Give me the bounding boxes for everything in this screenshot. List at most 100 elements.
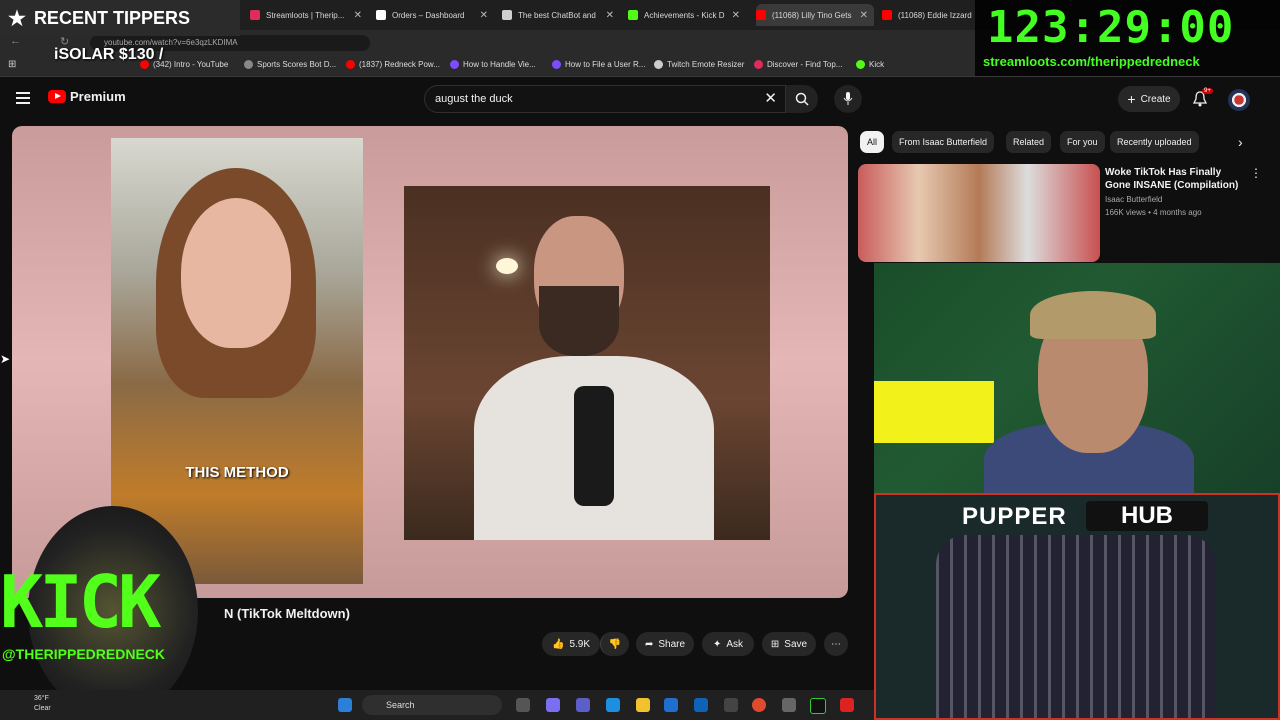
file-explorer-icon[interactable] [636,698,650,712]
ask-button[interactable]: ✦ Ask [702,632,754,656]
lamp-shape [496,258,518,274]
kebab-menu-icon[interactable]: ⋮ [1250,166,1262,180]
bookmark-favicon-icon [346,60,355,69]
weather-temp: 36°F [34,695,49,702]
ask-label: Ask [726,638,744,650]
related-video-meta: 166K views • 4 months ago [1105,208,1202,217]
bookmark-favicon-icon [244,60,253,69]
app-icon[interactable] [782,698,796,712]
clear-search-icon[interactable]: ✕ [764,86,777,112]
recent-tippers-overlay: ★ RECENT TIPPERS [0,0,240,36]
outlook-icon[interactable] [694,698,708,712]
avatar[interactable] [1228,89,1250,111]
copilot-icon[interactable] [546,698,560,712]
browser-tab[interactable]: The best ChatBot and ✕ [502,4,620,26]
browser-tab[interactable]: Streamloots | Therip... ✕ [250,4,368,26]
edge-icon[interactable] [606,698,620,712]
notification-badge: 9+ [1202,88,1213,94]
back-icon[interactable]: ← [10,35,21,47]
chevron-right-icon[interactable]: › [1238,134,1243,150]
browser-tab[interactable]: (11068) Eddie Izzard [882,4,974,26]
subathon-timer-overlay: 123:29:00 streamloots.com/therippedredne… [975,0,1280,76]
save-icon: ⊞ [770,638,780,650]
podcast-mic-shape [574,386,614,506]
share-label: Share [658,638,686,650]
create-button[interactable]: + Create [1118,86,1180,112]
bookmark-item[interactable]: How to Handle Vie... [450,60,536,69]
chip-related[interactable]: Related [1006,131,1052,153]
kick-logo-text: KICK [0,560,161,644]
close-tab-icon[interactable]: ✕ [480,10,488,21]
tab-label: (11068) Lilly Tino Gets [772,10,852,20]
bookmark-favicon-icon [856,60,865,69]
browser-tab[interactable]: Orders – Dashboard ✕ [376,4,494,26]
close-tab-icon[interactable]: ✕ [354,10,362,21]
kick-overlay: KICK @THERIPPEDREDNECK [0,506,222,716]
obs-icon[interactable] [724,698,738,712]
bookmark-item[interactable]: How to File a User R... [552,60,645,69]
tab-label: Achievements - Kick D [644,10,725,20]
video-right-clip [404,186,770,540]
bookmark-item[interactable]: Sports Scores Bot D... [244,60,336,69]
save-label: Save [784,638,808,650]
taskbar-search-label: Search [386,700,415,710]
more-actions-button[interactable]: ⋯ [824,632,848,656]
save-button[interactable]: ⊞ Save [762,632,816,656]
youtube-logo[interactable]: Premium [48,89,126,104]
beard-shape [539,286,619,356]
bookmark-item[interactable]: Kick [856,60,884,69]
chip-recently-uploaded[interactable]: Recently uploaded [1110,131,1199,153]
bookmark-favicon-icon [450,60,459,69]
browser-tab-active[interactable]: (11068) Lilly Tino Gets ✕ [756,4,874,26]
close-tab-icon[interactable]: ✕ [860,10,868,21]
search-input[interactable]: august the duck ✕ [424,85,786,113]
solar-alert-overlay: iSOLAR $130 / [54,46,164,63]
bookmark-item[interactable]: Twitch Emote Resizer [654,60,744,69]
bookmark-item[interactable]: Discover - Find Top... [754,60,842,69]
app-icon[interactable] [840,698,854,712]
related-video-title[interactable]: Woke TikTok Has Finally Gone INSANE (Com… [1105,166,1245,192]
share-button[interactable]: ➦ Share [636,632,694,656]
bookmark-item[interactable]: (1837) Redneck Pow... [346,60,440,69]
app-icon[interactable] [810,698,826,714]
search-button[interactable] [786,85,818,113]
tab-label: (11068) Eddie Izzard [898,10,972,20]
microphone-icon [843,92,853,105]
close-tab-icon[interactable]: ✕ [732,10,740,21]
menu-icon[interactable] [16,92,30,104]
star-icon: ★ [8,7,26,30]
tab-favicon-icon [756,10,766,20]
store-icon[interactable] [664,698,678,712]
voice-search-button[interactable] [834,85,862,113]
bookmark-label: (342) Intro - YouTube [153,60,229,69]
dislike-button[interactable]: 👎 [600,632,629,656]
taskbar-search[interactable]: Search [362,695,502,715]
task-view-icon[interactable] [516,698,530,712]
related-video-thumbnail[interactable] [858,164,1100,262]
recent-tippers-label: RECENT TIPPERS [33,7,190,28]
pupper-title: PUPPER [962,503,1067,530]
tab-favicon-icon [250,10,260,20]
windows-start-icon[interactable] [338,698,352,712]
timer-value: 123:29:00 [987,2,1235,53]
bookmark-label: Kick [869,60,885,69]
teams-icon[interactable] [576,698,590,712]
tab-favicon-icon [376,10,386,20]
search-icon [795,92,809,106]
bookmark-label: Twitch Emote Resizer [667,60,745,69]
like-button[interactable]: 👍 5.9K [542,632,600,656]
mouse-cursor-icon: ➤ [0,352,11,366]
bookmark-label: Discover - Find Top... [767,60,843,69]
bookmark-label: How to Handle Vie... [463,60,536,69]
close-tab-icon[interactable]: ✕ [606,10,614,21]
chip-all[interactable]: All [860,131,884,153]
chip-from-channel[interactable]: From Isaac Butterfield [892,131,995,153]
chrome-icon[interactable] [752,698,766,712]
related-video-channel[interactable]: Isaac Butterfield [1105,195,1162,204]
apps-icon[interactable]: ⊞ [8,59,16,70]
create-label: Create [1140,93,1171,105]
weather-widget[interactable]: 36°F Clear [34,694,51,714]
browser-tab[interactable]: Achievements - Kick D ✕ [628,4,746,26]
tab-label: The best ChatBot and [518,10,596,20]
chip-for-you[interactable]: For you [1060,131,1105,153]
